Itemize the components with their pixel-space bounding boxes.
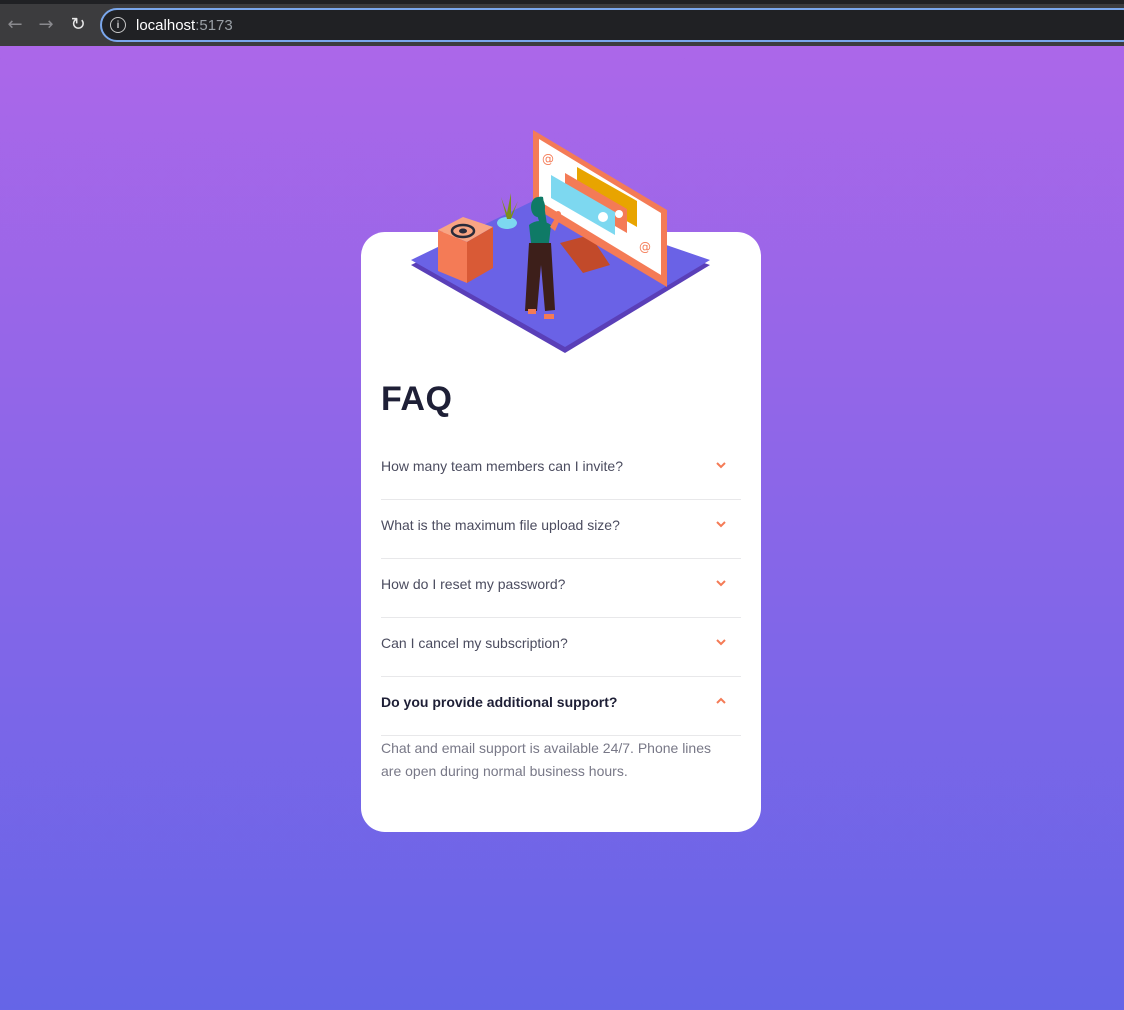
svg-text:@: @ xyxy=(542,152,554,166)
faq-question[interactable]: How many team members can I invite? xyxy=(381,458,623,474)
faq-question[interactable]: Do you provide additional support? xyxy=(381,694,617,710)
chevron-down-icon[interactable] xyxy=(715,518,727,530)
info-icon[interactable]: i xyxy=(110,17,126,33)
url-host: localhost xyxy=(136,16,196,34)
faq-question[interactable]: What is the maximum file upload size? xyxy=(381,517,620,533)
arrow-right-icon[interactable]: → xyxy=(35,13,57,35)
arrow-left-icon[interactable]: ← xyxy=(4,13,26,35)
faq-item[interactable]: Can I cancel my subscription? xyxy=(381,618,741,677)
faq-item[interactable]: How do I reset my password? xyxy=(381,559,741,618)
faq-item[interactable]: How many team members can I invite? xyxy=(381,441,741,500)
svg-text:@: @ xyxy=(639,240,651,254)
page-title: FAQ xyxy=(381,380,453,418)
faq-question[interactable]: Can I cancel my subscription? xyxy=(381,635,568,651)
chevron-up-icon[interactable] xyxy=(715,695,727,707)
faq-answer: Chat and email support is available 24/7… xyxy=(381,740,711,779)
chevron-down-icon[interactable] xyxy=(715,636,727,648)
url-port: :5173 xyxy=(195,16,233,34)
reload-icon[interactable]: ↻ xyxy=(67,13,89,35)
address-bar[interactable]: i localhost:5173 xyxy=(100,8,1124,42)
chevron-down-icon[interactable] xyxy=(715,577,727,589)
chevron-down-icon[interactable] xyxy=(715,459,727,471)
faq-accordion: How many team members can I invite? What… xyxy=(381,441,741,736)
browser-toolbar: ← → ↻ i localhost:5173 xyxy=(0,0,1124,46)
faq-item[interactable]: What is the maximum file upload size? xyxy=(381,500,741,559)
faq-question[interactable]: How do I reset my password? xyxy=(381,576,565,592)
tab-strip xyxy=(0,0,1124,4)
woman-online-illustration: @ @ xyxy=(411,130,710,353)
faq-item-open[interactable]: Do you provide additional support? xyxy=(381,677,741,736)
